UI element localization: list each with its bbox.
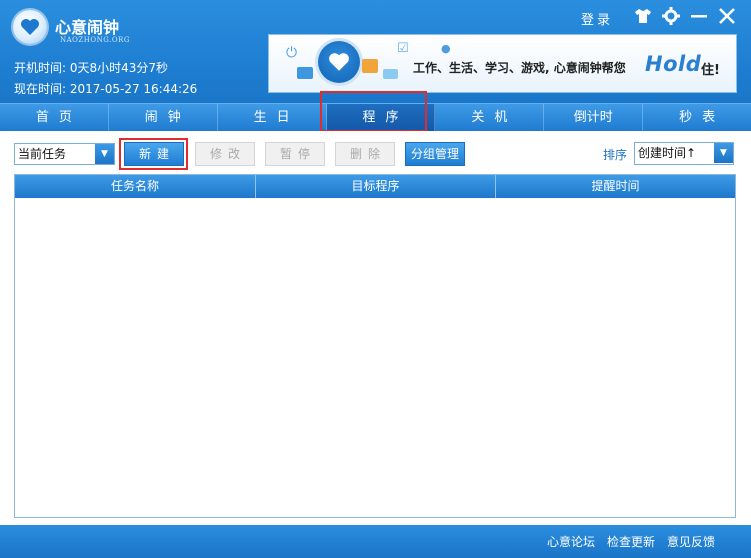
- new-button[interactable]: 新建: [124, 142, 184, 166]
- header: 心意闹钟 NAOZHONG.ORG 开机时间: 0天8小时43分7秒 现在时间:…: [0, 0, 751, 103]
- minimize-icon[interactable]: [689, 7, 709, 30]
- app-title: 心意闹钟: [55, 18, 120, 37]
- banner-hold: Hold: [645, 52, 702, 76]
- tab-bar: 首页 闹钟 生日 程序 关机 倒计时 秒表: [0, 103, 751, 131]
- edit-button[interactable]: 修改: [195, 142, 255, 166]
- table-header: 任务名称 目标程序 提醒时间: [15, 175, 735, 198]
- heart-logo-icon: [13, 10, 47, 44]
- column-reminder-time[interactable]: 提醒时间: [496, 175, 735, 198]
- task-filter-select[interactable]: 当前任务 ▼: [14, 143, 115, 165]
- tab-stopwatch[interactable]: 秒表: [643, 104, 751, 131]
- footer: 心意论坛 检查更新 意见反馈: [0, 525, 751, 558]
- banner-text: 工作、生活、学习、游戏, 心意闹钟帮您: [413, 61, 626, 75]
- footer-links: 心意论坛 检查更新 意见反馈: [547, 533, 715, 550]
- close-icon[interactable]: [717, 7, 737, 30]
- sort-select[interactable]: 创建时间↑ ▼: [634, 142, 734, 165]
- pause-button[interactable]: 暂停: [265, 142, 325, 166]
- card-icon: [383, 69, 398, 79]
- shield-icon: ●: [441, 42, 451, 55]
- table-body[interactable]: [15, 198, 735, 517]
- tab-countdown[interactable]: 倒计时: [544, 104, 644, 131]
- window-controls: 登录: [581, 6, 737, 30]
- tab-alarm[interactable]: 闹钟: [109, 104, 218, 131]
- chevron-down-icon[interactable]: ▼: [95, 144, 114, 164]
- delete-button[interactable]: 删除: [335, 142, 395, 166]
- heart-icon: [318, 41, 360, 83]
- app-window: 心意闹钟 NAOZHONG.ORG 开机时间: 0天8小时43分7秒 现在时间:…: [0, 0, 751, 558]
- tab-home[interactable]: 首页: [0, 104, 109, 131]
- power-icon: ⏻: [286, 45, 298, 61]
- tab-birthday[interactable]: 生日: [218, 104, 327, 131]
- tab-shutdown[interactable]: 关机: [435, 104, 545, 131]
- chevron-down-icon[interactable]: ▼: [714, 143, 733, 163]
- column-target-program[interactable]: 目标程序: [256, 175, 496, 198]
- app-subtitle: NAOZHONG.ORG: [60, 36, 130, 44]
- promo-banner[interactable]: ⏻ ☑ ● 工作、生活、学习、游戏, 心意闹钟帮您 Hold 住!: [268, 34, 737, 93]
- task-filter-value: 当前任务: [18, 147, 67, 161]
- tshirt-icon[interactable]: [633, 8, 653, 29]
- sort-value: 创建时间↑: [638, 146, 697, 160]
- gift-icon: [362, 59, 378, 73]
- feedback-link[interactable]: 意见反馈: [667, 533, 715, 550]
- column-task-name[interactable]: 任务名称: [15, 175, 256, 198]
- banner-end: 住!: [701, 63, 720, 78]
- forum-link[interactable]: 心意论坛: [547, 533, 595, 550]
- login-link[interactable]: 登录: [581, 9, 613, 28]
- check-icon: ☑: [397, 41, 409, 56]
- group-manage-button[interactable]: 分组管理: [405, 142, 465, 166]
- uptime-text: 开机时间: 0天8小时43分7秒: [14, 61, 169, 75]
- gear-icon[interactable]: [661, 6, 681, 30]
- current-time-text: 现在时间: 2017-05-27 16:44:26: [14, 82, 198, 96]
- toolbar: 当前任务 ▼ 新建 修改 暂停 删除 分组管理 排序 创建时间↑ ▼: [0, 131, 751, 174]
- check-update-link[interactable]: 检查更新: [607, 533, 655, 550]
- tab-program[interactable]: 程序: [326, 104, 436, 131]
- keyboard-icon: [297, 67, 313, 79]
- task-table: 任务名称 目标程序 提醒时间: [14, 174, 736, 518]
- sort-label: 排序: [603, 148, 628, 162]
